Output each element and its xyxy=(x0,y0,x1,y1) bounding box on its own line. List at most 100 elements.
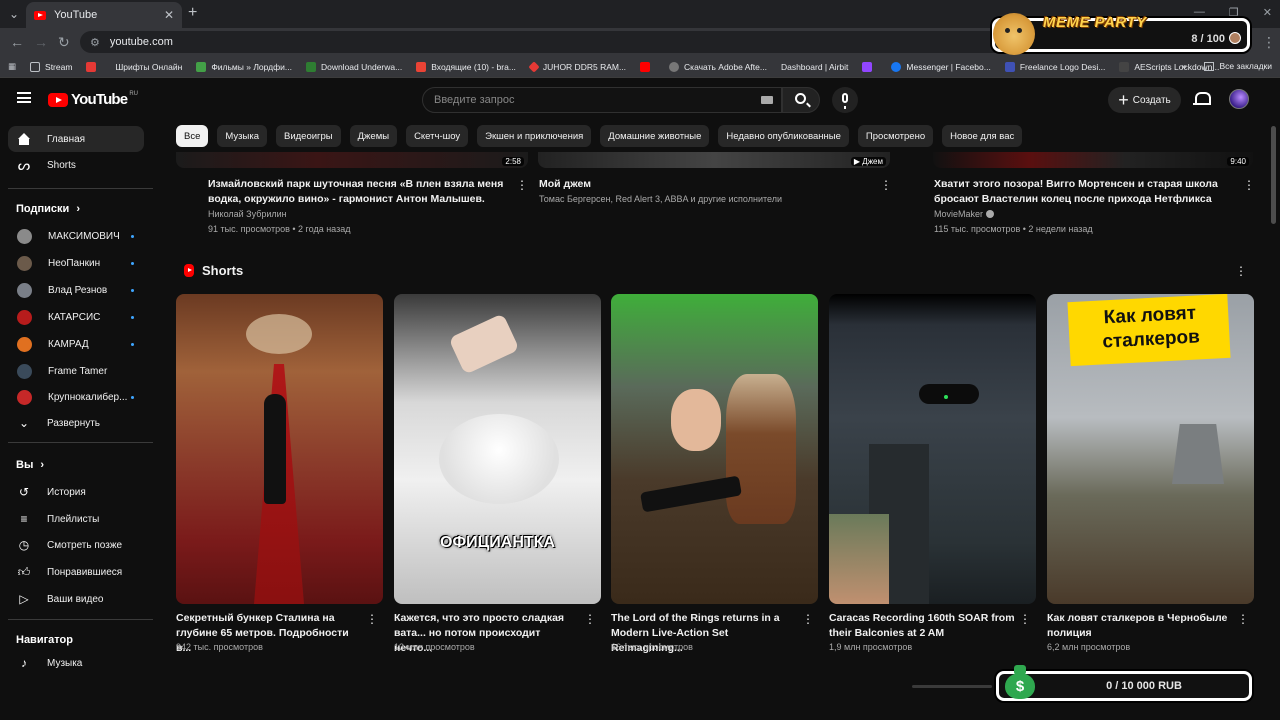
chip-watched[interactable]: Просмотрено xyxy=(857,125,934,147)
more-actions-icon[interactable] xyxy=(1019,612,1029,626)
bookmark-item[interactable]: Download Underwa... xyxy=(305,61,402,72)
close-tab-icon[interactable]: ✕ xyxy=(164,8,174,22)
chip-action[interactable]: Экшен и приключения xyxy=(477,125,592,147)
search-button[interactable] xyxy=(782,87,820,113)
browser-menu-icon[interactable]: ⋮ xyxy=(1262,34,1276,51)
sidebar-item-home[interactable]: Главная xyxy=(8,126,144,152)
bookmark-item[interactable]: Скачать Adobe Afte... xyxy=(669,61,767,72)
short-thumbnail[interactable]: ОФИЦИАНТКА xyxy=(394,294,601,604)
channel-name[interactable]: Томас Бергерсен, Red Alert 3, ABBA и дру… xyxy=(539,192,782,206)
short-thumbnail[interactable]: Как ловят сталкеров xyxy=(1047,294,1254,604)
bookmark-item[interactable]: Входящие (10) - bra... xyxy=(416,61,516,72)
subscriptions-heading[interactable]: Подписки › xyxy=(16,203,80,215)
chip-sketch[interactable]: Скетч-шоу xyxy=(406,125,469,147)
sidebar-item-liked[interactable]: 👍︎ Понравившиеся xyxy=(8,559,144,585)
video-thumbnail[interactable]: ▶ Джем xyxy=(538,152,890,168)
youtube-logo[interactable]: YouTube RU xyxy=(48,91,138,108)
short-title[interactable]: Caracas Recording 160th SOAR from their B… xyxy=(829,611,1015,641)
sidebar-item-shorts[interactable]: ᔕ Shorts xyxy=(8,152,144,178)
video-title[interactable]: Мой джем xyxy=(539,177,591,192)
sidebar-item-subscription[interactable]: МАКСИМОВИЧ xyxy=(8,223,144,249)
tab-search-icon[interactable]: ⌄ xyxy=(4,4,24,24)
all-bookmarks[interactable]: » Все закладки xyxy=(1182,61,1272,71)
site-info-icon[interactable]: ⚙ xyxy=(90,36,100,49)
bookmark-item[interactable]: Freelance Logo Desi... xyxy=(1004,61,1105,72)
short-title[interactable]: Как ловят сталкеров в Чернобыле полиция xyxy=(1047,611,1233,641)
chip-videogames[interactable]: Видеоигры xyxy=(275,125,341,147)
more-actions-icon[interactable] xyxy=(802,612,812,626)
more-actions-icon[interactable] xyxy=(1243,178,1253,192)
short-thumbnail[interactable] xyxy=(176,294,383,604)
sidebar-item-expand[interactable]: ⌄ Развернуть xyxy=(8,410,144,436)
more-actions-icon[interactable] xyxy=(516,178,526,192)
short-thumbnail[interactable] xyxy=(829,294,1036,604)
short-thumbnail[interactable] xyxy=(611,294,818,604)
chip-new-for-you[interactable]: Новое для вас xyxy=(942,125,1023,147)
facebook-icon xyxy=(891,61,902,72)
chip-pets[interactable]: Домашние животные xyxy=(600,125,710,147)
bookmark-item[interactable]: Шрифты Онлайн xyxy=(115,62,182,72)
chip-recent[interactable]: Недавно опубликованные xyxy=(718,125,849,147)
video-title[interactable]: Измайловский парк шуточная песня «В плен… xyxy=(208,177,503,207)
account-avatar[interactable] xyxy=(1229,89,1249,109)
create-button[interactable]: + Создать xyxy=(1108,87,1181,113)
short-caption: ОФИЦИАНТКА xyxy=(440,534,555,551)
channel-avatar xyxy=(17,363,32,379)
new-tab-icon[interactable]: + xyxy=(188,4,197,22)
sidebar-item-your-videos[interactable]: ▷ Ваши видео xyxy=(8,586,144,612)
sidebar-item-subscription[interactable]: Крупнокалибер... xyxy=(8,384,144,410)
you-heading[interactable]: Вы › xyxy=(16,459,44,471)
sidebar-item-playlists[interactable]: ≡ Плейлисты xyxy=(8,506,144,532)
bookmark-item[interactable] xyxy=(86,61,101,72)
channel-name[interactable]: MovieMaker xyxy=(934,207,995,221)
sidebar-item-subscription[interactable]: КАТАРСИС xyxy=(8,304,144,330)
notifications-bell-icon[interactable] xyxy=(1193,91,1211,107)
close-window-icon[interactable]: ✕ xyxy=(1263,6,1272,19)
search-input[interactable] xyxy=(434,94,744,106)
sidebar-item-history[interactable]: ↺ История xyxy=(8,479,144,505)
video-title[interactable]: Хватит этого позора! Вигго Мортенсен и с… xyxy=(934,177,1218,207)
sidebar-item-subscription[interactable]: Frame Tamer xyxy=(8,358,144,384)
actor-face xyxy=(671,389,721,451)
menu-icon[interactable] xyxy=(17,92,31,103)
sidebar-item-subscription[interactable]: НеоПанкин xyxy=(8,250,144,276)
shorts-more-icon[interactable] xyxy=(1235,264,1245,278)
reload-icon[interactable]: ↻ xyxy=(58,34,70,51)
browser-tab-youtube[interactable]: YouTube ✕ xyxy=(26,2,182,28)
video-thumbnail[interactable]: 2:58 xyxy=(176,152,528,168)
more-bookmarks-icon[interactable]: » xyxy=(1182,61,1187,71)
more-actions-icon[interactable] xyxy=(1237,612,1247,626)
bookmark-item[interactable]: Messenger | Facebo... xyxy=(891,61,991,72)
voice-search-button[interactable] xyxy=(832,87,858,113)
bookmark-item[interactable]: Фильмы » Лордфи... xyxy=(196,61,292,72)
channel-name[interactable]: Николай Зубрилин xyxy=(208,207,287,221)
keyboard-icon[interactable] xyxy=(761,96,773,104)
video-thumbnail[interactable]: 9:40 xyxy=(933,152,1253,168)
bookmark-item[interactable]: JUHOR DDR5 RAM... xyxy=(528,60,626,73)
back-icon[interactable]: ← xyxy=(10,34,24,50)
bookmark-item[interactable]: Stream xyxy=(30,61,72,72)
sidebar-item-subscription[interactable]: Влад Резнов xyxy=(8,277,144,303)
more-actions-icon[interactable] xyxy=(366,612,376,626)
bookmark-favicon-icon xyxy=(1004,61,1015,72)
doge-icon xyxy=(993,13,1035,55)
sidebar-item-watch-later[interactable]: ◷ Смотреть позже xyxy=(8,532,144,558)
walking-person xyxy=(264,394,286,504)
sidebar-item-subscription[interactable]: КАМРАД xyxy=(8,331,144,357)
sidebar-item-music[interactable]: ♪ Музыка xyxy=(8,650,144,676)
shorts-scrollbar[interactable] xyxy=(912,685,992,688)
apps-icon[interactable]: ▦ xyxy=(8,61,16,72)
bookmark-item[interactable] xyxy=(640,61,655,72)
twitch-icon xyxy=(862,61,873,72)
bookmark-favicon-icon xyxy=(669,61,680,72)
bookmark-item[interactable] xyxy=(862,61,877,72)
duration-badge: 2:58 xyxy=(502,157,524,166)
chip-all[interactable]: Все xyxy=(176,125,209,147)
more-actions-icon[interactable] xyxy=(584,612,594,626)
page-scrollbar[interactable] xyxy=(1271,126,1276,224)
forward-icon[interactable]: → xyxy=(34,34,48,50)
more-actions-icon[interactable] xyxy=(880,178,890,192)
chip-jams[interactable]: Джемы xyxy=(349,125,398,147)
chip-music[interactable]: Музыка xyxy=(217,125,267,147)
bookmark-item[interactable]: Dashboard | Airbit xyxy=(781,62,848,72)
